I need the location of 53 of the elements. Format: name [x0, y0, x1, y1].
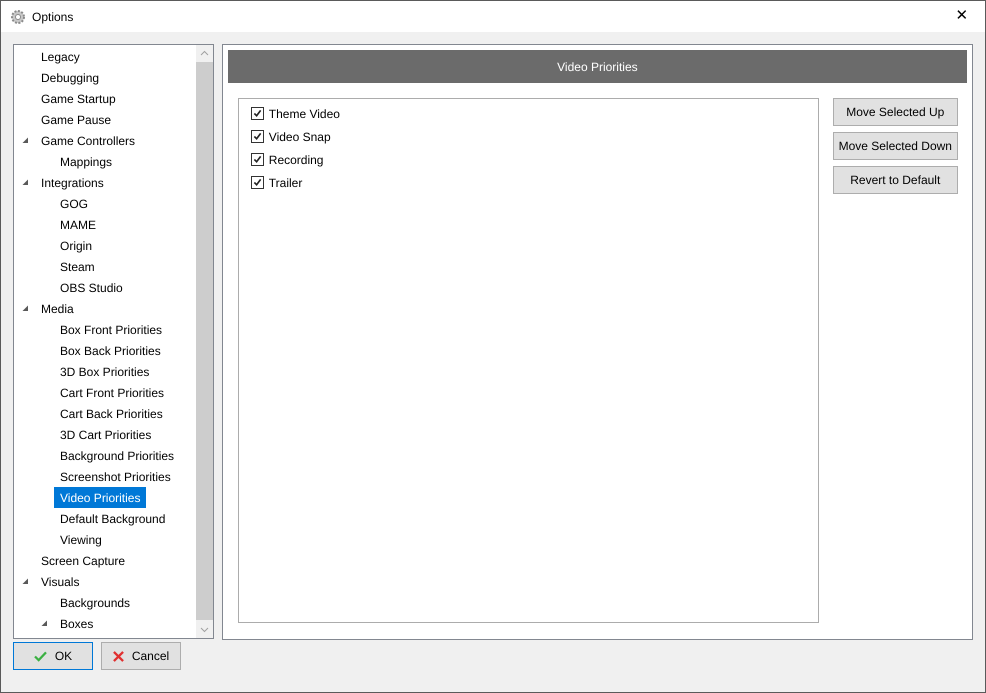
tree-item[interactable]: Media	[35, 298, 80, 319]
tree-item[interactable]: Debugging	[35, 67, 106, 88]
tree-item[interactable]: Backgrounds	[54, 592, 136, 613]
tree-item[interactable]: Video Priorities	[54, 487, 146, 508]
tree-item[interactable]: Viewing	[54, 529, 108, 550]
tree-item[interactable]: Legacy	[35, 46, 86, 67]
tree-item[interactable]: Boxes	[54, 613, 100, 634]
tree-item[interactable]: 3D Cart Priorities	[54, 424, 158, 445]
expanded-arrow-icon[interactable]	[22, 305, 29, 312]
checkbox[interactable]	[250, 153, 264, 166]
checkbox-label: Recording	[268, 152, 324, 168]
tree-item[interactable]: Default Background	[54, 508, 172, 529]
gear-icon	[10, 8, 26, 24]
tree-item[interactable]: Mappings	[54, 151, 118, 172]
tree-item[interactable]: 3D Box Priorities	[54, 361, 156, 382]
action-button[interactable]: Move Selected Down	[832, 132, 958, 160]
expanded-arrow-icon[interactable]	[41, 620, 48, 627]
checkbox-label: Theme Video	[268, 106, 340, 122]
tree-item[interactable]: Origin	[54, 235, 98, 256]
panel-header: Video Priorities	[228, 50, 967, 83]
action-button[interactable]: Move Selected Up	[832, 98, 958, 126]
tree-item[interactable]: Box Front Priorities	[54, 319, 168, 340]
tree-item[interactable]: MAME	[54, 214, 102, 235]
tree-item[interactable]: Screenshot Priorities	[54, 466, 177, 487]
tree-item[interactable]: Cart Front Priorities	[54, 382, 170, 403]
tree-item[interactable]: GOG	[54, 193, 94, 214]
tree-item[interactable]: Cart Back Priorities	[54, 403, 169, 424]
checkbox[interactable]	[250, 176, 264, 189]
tree-item[interactable]: OBS Studio	[54, 277, 129, 298]
tree-item[interactable]: Integrations	[35, 172, 110, 193]
expanded-arrow-icon[interactable]	[22, 578, 29, 585]
ok-button[interactable]: OK	[13, 642, 93, 670]
checkbox[interactable]	[250, 107, 264, 120]
cross-icon	[112, 650, 124, 662]
checkbox-label: Video Snap	[268, 128, 331, 146]
checkbox-label: Trailer	[268, 174, 302, 192]
tree-item[interactable]: Visuals	[35, 571, 86, 592]
tree-item[interactable]: Background Priorities	[54, 445, 180, 466]
expanded-arrow-icon[interactable]	[22, 137, 29, 144]
action-button[interactable]: Revert to Default	[832, 166, 958, 194]
tree-item[interactable]: Screen Capture	[35, 550, 132, 571]
check-icon	[34, 650, 47, 662]
tree-item[interactable]: Box Back Priorities	[54, 340, 167, 361]
cancel-button[interactable]: Cancel	[101, 642, 181, 670]
expanded-arrow-icon[interactable]	[22, 179, 29, 186]
close-button[interactable]: ✕	[939, 1, 985, 32]
tree-item[interactable]: Game Controllers	[35, 130, 142, 151]
tree-item[interactable]: Steam	[54, 256, 101, 277]
checkbox[interactable]	[250, 130, 264, 143]
tree-item[interactable]: Game Startup	[35, 88, 122, 109]
scrollbar-thumb[interactable]	[196, 62, 213, 620]
tree-item[interactable]: Game Pause	[35, 109, 118, 130]
window-title: Options	[32, 8, 74, 26]
